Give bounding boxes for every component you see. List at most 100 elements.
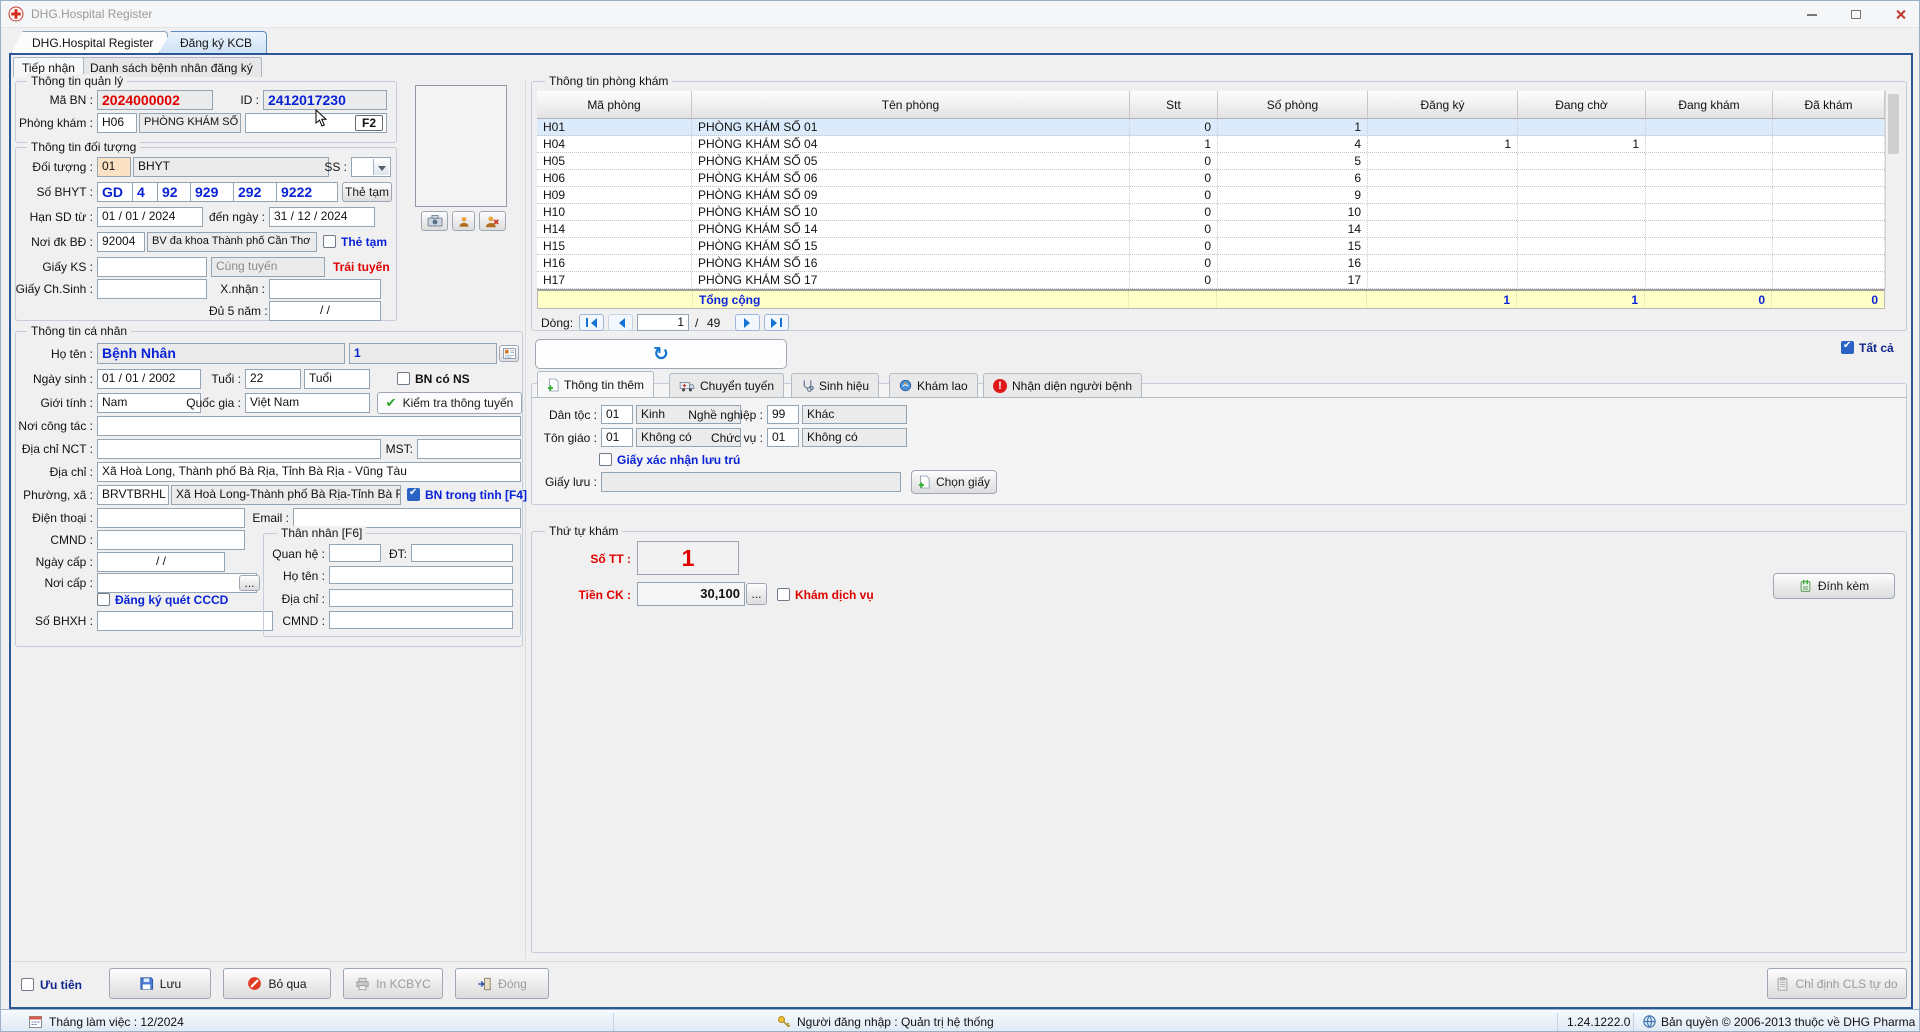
- noi-dk-name-field[interactable]: BV đa khoa Thành phố Cần Thơ: [147, 232, 317, 252]
- tab-kham-lao[interactable]: Khám lao: [889, 373, 978, 397]
- than-nhan-dt-field[interactable]: [411, 544, 513, 562]
- nghe-nghiep-name-field[interactable]: Khác: [802, 405, 907, 424]
- noi-cap-browse-button[interactable]: ...: [239, 575, 260, 591]
- so-bhxh-field[interactable]: [97, 611, 273, 631]
- column-header[interactable]: Mã phòng: [537, 91, 692, 119]
- table-row[interactable]: H10 PHÒNG KHÁM SỐ 10 0 10: [537, 204, 1885, 221]
- table-row[interactable]: H15 PHÒNG KHÁM SỐ 15 0 15: [537, 238, 1885, 255]
- bhyt-seg-field[interactable]: 92: [157, 182, 191, 202]
- table-row[interactable]: H06 PHÒNG KHÁM SỐ 06 0 6: [537, 170, 1885, 187]
- du-5-nam-combo[interactable]: / /: [269, 301, 381, 321]
- quoc-gia-combo[interactable]: Việt Nam: [245, 393, 370, 413]
- phuong-xa-code-field[interactable]: BRVTBRHL: [97, 485, 169, 505]
- tuoi-unit-combo[interactable]: Tuổi: [304, 369, 370, 389]
- han-sd-from-combo[interactable]: 01 / 01 / 2024: [97, 207, 203, 227]
- ss-combo[interactable]: [351, 157, 391, 177]
- phong-kham-name-field[interactable]: PHÒNG KHÁM SỐ 06: [139, 113, 241, 133]
- bo-qua-button[interactable]: Bỏ qua: [223, 968, 331, 999]
- capture-photo-button[interactable]: [421, 211, 448, 231]
- dia-chi-nct-field[interactable]: [97, 439, 381, 459]
- dan-toc-code-field[interactable]: 01: [601, 405, 633, 424]
- tab-nhan-dien-nguoi-benh[interactable]: Nhận diện người bệnh: [983, 373, 1142, 397]
- noi-dk-code-field[interactable]: 92004: [97, 232, 145, 252]
- tuoi-stepper[interactable]: 22: [245, 369, 301, 389]
- column-header[interactable]: Tên phòng: [692, 91, 1130, 119]
- giay-xac-nhan-checkbox[interactable]: [599, 453, 612, 466]
- ma-bn-field[interactable]: 2024000002: [97, 90, 213, 110]
- tien-ck-field[interactable]: 30,100: [637, 582, 745, 606]
- tab-dhg-hospital-register[interactable]: DHG.Hospital Register: [11, 31, 169, 53]
- tat-ca-checkbox[interactable]: [1841, 340, 1854, 354]
- chuc-vu-code-field[interactable]: 01: [767, 428, 799, 447]
- kham-dich-vu-checkbox[interactable]: [777, 588, 790, 601]
- cmnd-field[interactable]: [97, 530, 245, 550]
- pager-last-button[interactable]: [764, 314, 789, 331]
- id-field[interactable]: 2412017230: [263, 90, 387, 110]
- giay-ks-field[interactable]: [97, 257, 207, 277]
- bhyt-seg-field[interactable]: 929: [190, 182, 234, 202]
- ngay-cap-combo[interactable]: / /: [97, 552, 225, 572]
- table-row[interactable]: H04 PHÒNG KHÁM SỐ 04 1 4 1 1: [537, 136, 1885, 153]
- column-header[interactable]: Đăng ký: [1368, 91, 1518, 119]
- table-row[interactable]: H14 PHÒNG KHÁM SỐ 14 0 14: [537, 221, 1885, 238]
- bhyt-seg-field[interactable]: 4: [132, 182, 158, 202]
- nghe-nghiep-code-field[interactable]: 99: [767, 405, 799, 424]
- pager-page-input[interactable]: 1: [637, 314, 689, 331]
- giay-luu-field[interactable]: [601, 472, 901, 492]
- pager-first-button[interactable]: [579, 314, 604, 331]
- than-nhan-cmnd-field[interactable]: [329, 611, 513, 629]
- column-header[interactable]: Đang khám: [1646, 91, 1773, 119]
- chi-dinh-cls-button[interactable]: Chỉ định CLS tự do: [1767, 968, 1907, 999]
- table-scrollbar[interactable]: [1885, 91, 1901, 289]
- tab-sinh-hieu[interactable]: Sinh hiệu: [791, 373, 880, 397]
- doi-tuong-code-field[interactable]: 01: [97, 157, 131, 177]
- f2-key-button[interactable]: F2: [355, 115, 383, 131]
- dia-chi-field[interactable]: Xã Hoà Long, Thành phố Bà Rịa, Tỉnh Bà R…: [97, 462, 521, 482]
- ho-ten-field[interactable]: Bệnh Nhân: [97, 343, 345, 364]
- column-header[interactable]: Đã khám: [1773, 91, 1885, 119]
- giay-chsinh-field[interactable]: [97, 279, 207, 299]
- the-tam-button[interactable]: Thẻ tạm: [342, 182, 392, 202]
- person-photo-button[interactable]: [452, 211, 475, 231]
- dong-button[interactable]: Đóng: [455, 968, 549, 999]
- close-button[interactable]: [1879, 1, 1919, 28]
- phong-kham-code-field[interactable]: H06: [97, 113, 137, 133]
- dang-ky-cccd-checkbox[interactable]: [97, 593, 110, 606]
- in-kcbyc-button[interactable]: In KCBYC: [343, 968, 443, 999]
- quan-he-field[interactable]: [329, 544, 381, 562]
- luu-button[interactable]: Lưu: [109, 968, 211, 999]
- bhyt-seg-field[interactable]: 292: [233, 182, 277, 202]
- chon-giay-button[interactable]: Chọn giấy: [911, 470, 997, 494]
- table-row[interactable]: H17 PHÒNG KHÁM SỐ 17 0 17: [537, 272, 1885, 289]
- than-nhan-ho-ten-field[interactable]: [329, 566, 513, 584]
- tab-thong-tin-them[interactable]: Thông tin thêm: [537, 371, 655, 397]
- column-header[interactable]: Đang chờ: [1518, 91, 1646, 119]
- uu-tien-checkbox[interactable]: [21, 978, 34, 991]
- tab-dang-ky-kcb[interactable]: Đăng ký KCB: [159, 31, 268, 53]
- table-row[interactable]: H16 PHÒNG KHÁM SỐ 16 0 16: [537, 255, 1885, 272]
- patient-card-button[interactable]: [499, 345, 519, 362]
- bn-trong-tinh-checkbox[interactable]: [407, 487, 420, 501]
- maximize-button[interactable]: [1835, 1, 1877, 28]
- phuong-xa-name-field[interactable]: Xã Hoà Long-Thành phố Bà Rịa-Tỉnh Bà Rịa…: [171, 485, 401, 505]
- minimize-button[interactable]: [1791, 1, 1833, 28]
- tien-ck-browse-button[interactable]: ...: [746, 583, 767, 605]
- table-row[interactable]: H01 PHÒNG KHÁM SỐ 01 0 1: [537, 119, 1885, 136]
- remove-photo-button[interactable]: [479, 211, 506, 231]
- ton-giao-code-field[interactable]: 01: [601, 428, 633, 447]
- table-row[interactable]: H05 PHÒNG KHÁM SỐ 05 0 5: [537, 153, 1885, 170]
- than-nhan-dia-chi-field[interactable]: [329, 589, 513, 607]
- tab-chuyen-tuyen[interactable]: Chuyển tuyến: [669, 373, 785, 397]
- ngay-sinh-combo[interactable]: 01 / 01 / 2002: [97, 369, 201, 389]
- dien-thoai-field[interactable]: [97, 508, 245, 528]
- the-tam-checkbox[interactable]: [323, 235, 336, 248]
- han-sd-to-combo[interactable]: 31 / 12 / 2024: [269, 207, 375, 227]
- table-row[interactable]: H09 PHÒNG KHÁM SỐ 09 0 9: [537, 187, 1885, 204]
- tuyen-combo[interactable]: Cùng tuyến: [211, 257, 325, 277]
- refresh-button[interactable]: ↻: [535, 339, 787, 369]
- doi-tuong-name-field[interactable]: BHYT: [133, 157, 329, 177]
- scrollbar-thumb[interactable]: [1888, 94, 1899, 154]
- column-header[interactable]: Số phòng: [1218, 91, 1368, 119]
- x-nhan-field[interactable]: [269, 279, 381, 299]
- chevron-down-icon[interactable]: [373, 159, 389, 175]
